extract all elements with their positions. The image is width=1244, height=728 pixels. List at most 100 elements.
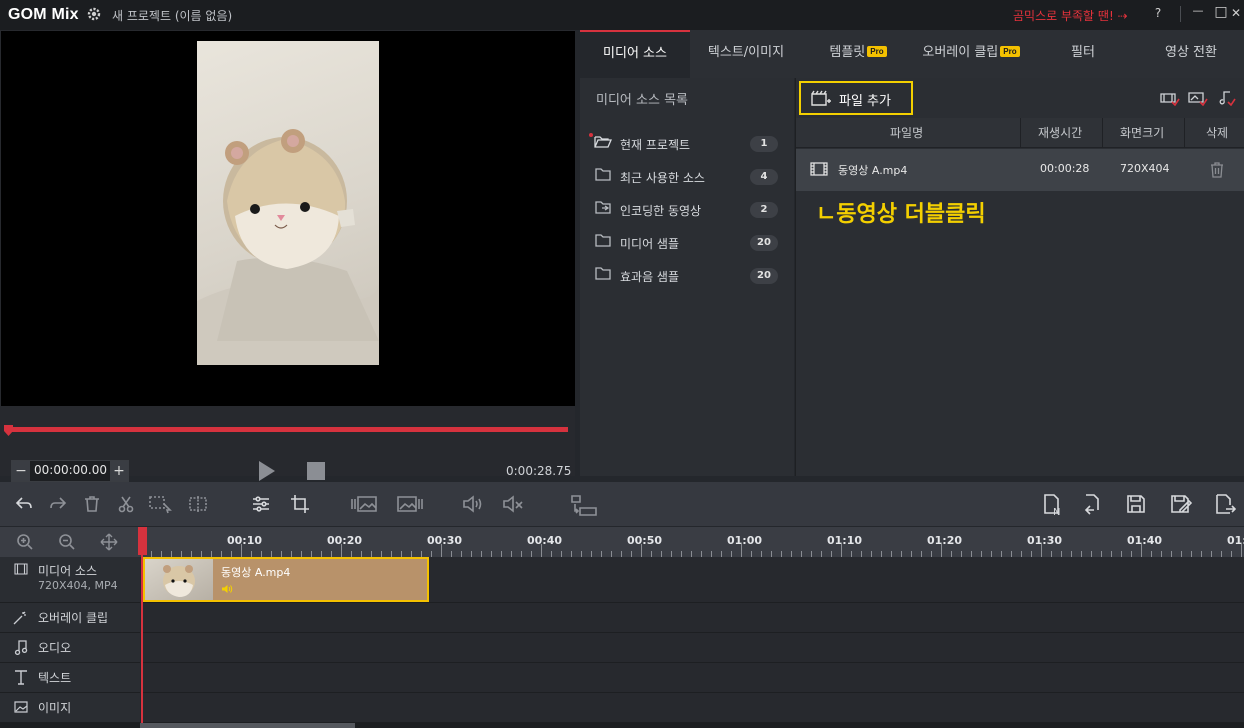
folder-encoded-videos[interactable]: 인코딩한 동영상 2 — [580, 196, 794, 226]
stop-icon[interactable] — [307, 462, 325, 480]
save-icon[interactable] — [1126, 494, 1146, 514]
image-insert-right-icon[interactable] — [396, 494, 423, 514]
gear-icon[interactable] — [86, 6, 102, 22]
file-name: 동영상 A.mp4 — [838, 164, 908, 177]
ruler-tick-label: 01:5 — [1227, 534, 1244, 547]
music-clip-icon[interactable] — [1218, 90, 1236, 106]
column-filename[interactable]: 파일명 — [890, 124, 923, 141]
fit-timeline-icon[interactable] — [100, 533, 118, 551]
track-header-column: 미디어 소스 720X404, MP4 오버레이 클립 오디오 텍스트 이미지 — [0, 557, 140, 728]
folder-icon — [595, 167, 611, 181]
folder-count-badge: 4 — [750, 169, 778, 185]
image-icon — [14, 701, 28, 713]
column-resolution[interactable]: 화면크기 — [1120, 124, 1164, 141]
seek-handle[interactable] — [4, 421, 13, 436]
image-insert-left-icon[interactable] — [350, 494, 377, 514]
track-media-source[interactable]: 미디어 소스 720X404, MP4 — [0, 557, 140, 603]
split-clip-icon[interactable] — [188, 494, 208, 514]
new-project-icon[interactable]: N — [1042, 494, 1062, 516]
hamster-thumbnail-image — [163, 565, 195, 597]
maximize-button[interactable]: □ — [1213, 4, 1229, 20]
ruler-tick-label: 00:20 — [327, 534, 363, 547]
ruler-tick-label: 00:10 — [227, 534, 263, 547]
play-icon[interactable] — [258, 460, 276, 482]
playhead-handle[interactable] — [138, 527, 147, 555]
time-plus-button[interactable]: + — [110, 461, 128, 481]
select-range-icon[interactable] — [148, 494, 172, 514]
playhead[interactable] — [141, 527, 143, 725]
tab-label: 텍스트/이미지 — [707, 45, 785, 60]
timeline-ruler[interactable]: 00:10 00:20 00:30 00:40 00:50 01:00 01:10 01:20… — [0, 527, 1244, 557]
tab-filter[interactable]: 필터 — [1028, 30, 1138, 78]
svg-text:N: N — [1053, 507, 1060, 516]
mute-icon[interactable] — [502, 494, 523, 514]
zoom-out-icon[interactable] — [58, 533, 76, 551]
time-minus-button[interactable]: − — [12, 461, 30, 481]
folder-recent-sources[interactable]: 최근 사용한 소스 4 — [580, 163, 794, 193]
tab-media-source[interactable]: 미디어 소스 — [580, 30, 690, 78]
open-project-icon[interactable] — [1080, 494, 1100, 515]
folder-label: 미디어 샘플 — [620, 237, 680, 251]
track-name: 텍스트 — [38, 671, 72, 685]
close-button[interactable]: ✕ — [1228, 6, 1244, 20]
trash-icon[interactable] — [1210, 162, 1224, 178]
seek-bar[interactable] — [8, 427, 568, 432]
delete-icon[interactable] — [82, 494, 102, 514]
redo-icon[interactable] — [48, 494, 68, 514]
divider — [1180, 6, 1181, 22]
tab-overlay-clip[interactable]: 오버레이 클립 Pro — [914, 30, 1028, 78]
file-row[interactable]: 동영상 A.mp4 00:00:28 720X404 — [796, 149, 1244, 191]
replace-clip-icon[interactable] — [570, 494, 597, 516]
help-button[interactable]: ? — [1150, 6, 1166, 20]
save-as-icon[interactable] — [1170, 494, 1192, 514]
export-icon[interactable] — [1214, 494, 1236, 514]
track-name: 오디오 — [38, 641, 72, 655]
folder-current-project[interactable]: 현재 프로젝트 1 — [580, 130, 794, 160]
minimize-button[interactable]: — — [1190, 4, 1206, 17]
track-image[interactable]: 이미지 — [0, 693, 140, 723]
hamster-plush-image — [197, 129, 379, 365]
text-icon — [14, 669, 28, 685]
folder-sound-effects[interactable]: 효과음 샘플 20 — [580, 262, 794, 292]
scrollbar-thumb[interactable] — [140, 723, 355, 728]
tab-transition[interactable]: 영상 전환 — [1138, 30, 1244, 78]
crop-icon[interactable] — [290, 494, 310, 514]
timeline-clip[interactable]: 동영상 A.mp4 — [143, 557, 429, 602]
track-name: 미디어 소스 — [38, 564, 98, 578]
divider — [141, 692, 1244, 693]
volume-icon[interactable] — [462, 494, 482, 514]
promo-link[interactable]: 곰믹스로 부족할 땐! ⇢ — [1013, 7, 1128, 24]
track-text[interactable]: 텍스트 — [0, 663, 140, 693]
folder-label: 인코딩한 동영상 — [620, 204, 702, 218]
horizontal-scrollbar[interactable] — [0, 723, 1244, 728]
time-stepper[interactable]: − 00:00:00.00 + — [11, 460, 129, 482]
file-resolution: 720X404 — [1120, 162, 1170, 175]
tab-text-image[interactable]: 텍스트/이미지 — [690, 30, 802, 78]
window-title: 새 프로젝트 (이름 없음) — [112, 9, 233, 23]
tab-template[interactable]: 템플릿 Pro — [802, 30, 914, 78]
media-source-folder-list: 미디어 소스 목록 현재 프로젝트 1 최근 사용한 소스 4 인코딩한 동영상… — [580, 78, 794, 476]
adjust-icon[interactable] — [251, 494, 271, 514]
track-audio[interactable]: 오디오 — [0, 633, 140, 663]
add-clip-icon — [810, 90, 832, 108]
video-viewport[interactable] — [1, 31, 575, 406]
column-duration[interactable]: 재생시간 — [1038, 124, 1082, 141]
tab-label: 템플릿 — [829, 45, 866, 60]
app-logo: GOM Mix — [8, 6, 79, 23]
image-clip-icon[interactable] — [1188, 90, 1208, 106]
fit-clip-icon[interactable] — [1160, 90, 1180, 106]
current-time[interactable]: 00:00:00.00 — [34, 463, 107, 477]
magic-wand-icon — [12, 610, 28, 626]
ruler-tick-label: 00:50 — [627, 534, 663, 547]
title-bar: GOM Mix 새 프로젝트 (이름 없음) 곰믹스로 부족할 땐! ⇢ ? —… — [0, 0, 1244, 30]
tab-label: 필터 — [1071, 45, 1095, 60]
folder-count-badge: 20 — [750, 268, 778, 284]
ruler-tick-label: 01:30 — [1027, 534, 1063, 547]
cut-icon[interactable] — [116, 494, 136, 514]
track-overlay-clip[interactable]: 오버레이 클립 — [0, 603, 140, 633]
file-duration: 00:00:28 — [1040, 162, 1090, 175]
folder-media-samples[interactable]: 미디어 샘플 20 — [580, 229, 794, 259]
zoom-in-icon[interactable] — [16, 533, 34, 551]
undo-icon[interactable] — [14, 494, 34, 514]
add-file-button[interactable]: 파일 추가 — [799, 81, 913, 115]
